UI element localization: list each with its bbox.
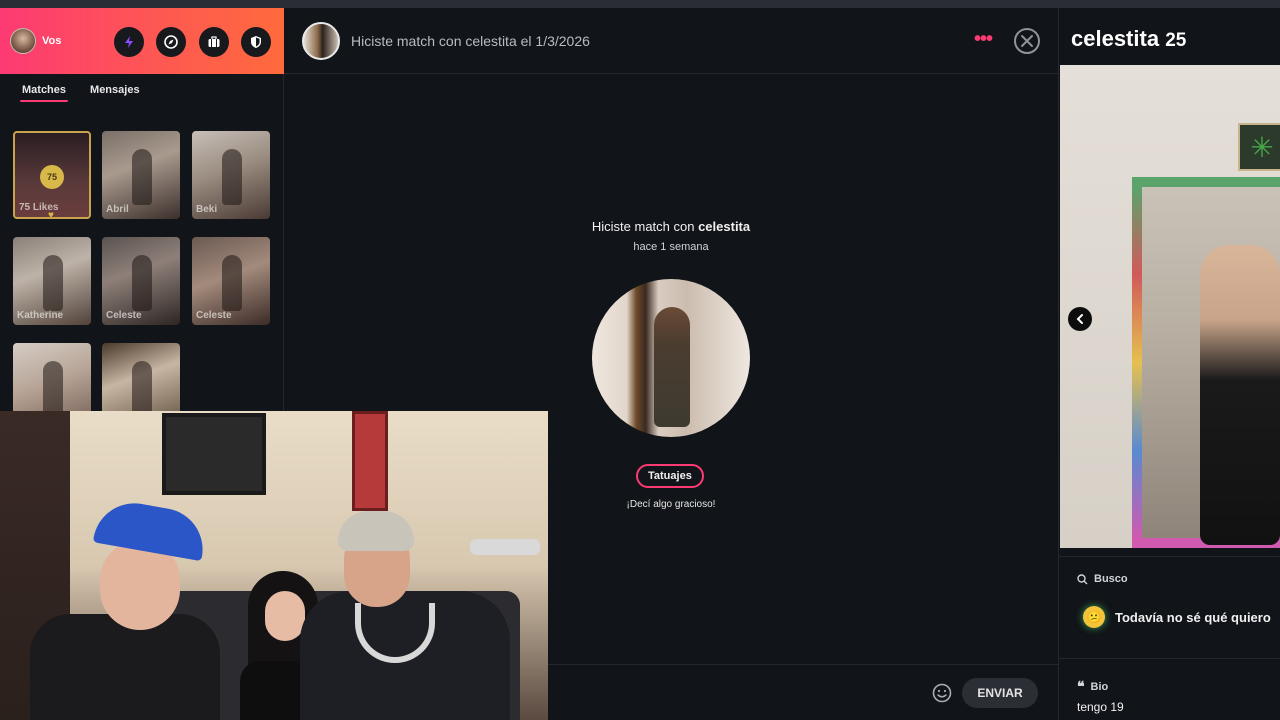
bio-heading: ❝ Bio <box>1077 678 1108 695</box>
match-title-prefix: Hiciste match con <box>591 219 699 234</box>
match-card[interactable]: Beki <box>192 131 270 219</box>
explore-icon <box>164 35 178 49</box>
previous-photo-button[interactable] <box>1068 307 1092 331</box>
match-card[interactable]: Katherine <box>13 237 91 325</box>
webcam-overlay <box>0 411 548 720</box>
leaf-sign: ✳ <box>1238 123 1280 171</box>
match-photo <box>132 255 152 311</box>
chevron-left-icon <box>1076 314 1083 324</box>
profile-age: 25 <box>1165 30 1187 51</box>
tab-messages[interactable]: Mensajes <box>90 84 140 102</box>
match-photo <box>222 255 242 311</box>
match-photo <box>43 361 63 417</box>
heart-icon: ♥ <box>48 210 54 219</box>
match-profile-photo[interactable] <box>592 279 750 437</box>
send-button[interactable]: ENVIAR <box>962 678 1038 708</box>
browser-top-strip <box>0 0 1280 8</box>
match-title: Hiciste match con celestita <box>284 219 1058 234</box>
bio-label: Bio <box>1090 680 1109 693</box>
match-photo <box>132 149 152 205</box>
briefcase-button[interactable] <box>199 27 229 57</box>
search-icon <box>1077 573 1088 584</box>
likes-count-badge: 75 <box>40 165 64 189</box>
match-photo <box>132 361 152 417</box>
photo-subject <box>1200 245 1280 545</box>
match-avatar[interactable] <box>302 22 340 60</box>
close-icon[interactable] <box>1013 27 1041 55</box>
chat-header-title: Hiciste match con celestita el 1/3/2026 <box>351 33 590 49</box>
avatar <box>10 28 36 54</box>
profile-name-age: celestita 25 <box>1071 26 1186 52</box>
more-options-icon[interactable]: ••• <box>974 29 993 49</box>
boost-button[interactable] <box>114 27 144 57</box>
likes-card[interactable]: 75 75 Likes ♥ <box>13 131 91 219</box>
emoji-icon[interactable] <box>932 683 952 703</box>
match-card[interactable]: Celeste <box>192 237 270 325</box>
match-name: Beki <box>196 204 218 215</box>
profile-name: Vos <box>42 35 62 47</box>
quote-icon: ❝ <box>1077 678 1085 694</box>
match-photo <box>43 255 63 311</box>
match-time: hace 1 semana <box>633 241 709 253</box>
busco-heading: Busco <box>1077 573 1128 585</box>
busco-label: Busco <box>1094 573 1128 585</box>
bio-text: tengo 19 <box>1077 700 1124 714</box>
webcam-person-left <box>20 496 220 720</box>
photo-subject <box>654 307 690 427</box>
profile-panel: celestita 25 ✳ Busco 😕 Todavía no sé qué… <box>1058 8 1280 720</box>
busco-text: Todavía no sé qué quiero <box>1115 609 1271 625</box>
sidebar-tabs: Matches Mensajes <box>19 84 140 102</box>
match-card[interactable]: Celeste <box>102 237 180 325</box>
webcam-tv <box>162 413 266 495</box>
interest-pill: Tatuajes <box>636 464 704 488</box>
boost-icon <box>125 36 133 48</box>
match-photo <box>222 149 242 205</box>
shield-icon <box>251 36 261 48</box>
explore-button[interactable] <box>156 27 186 57</box>
match-name: Abril <box>106 204 129 215</box>
hair-clipper <box>470 539 540 555</box>
sidebar-header: Vos <box>0 8 284 74</box>
safety-button[interactable] <box>241 27 271 57</box>
profile-name: celestita <box>1071 26 1160 51</box>
match-name: Celeste <box>106 310 142 321</box>
match-card[interactable]: Abril <box>102 131 180 219</box>
app-window: Vos Matches Mensajes 75 75 Likes ♥ Abril… <box>0 0 1280 720</box>
briefcase-icon <box>208 36 220 47</box>
tab-matches[interactable]: Matches <box>19 84 69 102</box>
my-profile-button[interactable]: Vos <box>10 28 61 54</box>
thinking-face-icon: 😕 <box>1083 606 1105 628</box>
chat-header: Hiciste match con celestita el 1/3/2026 … <box>284 8 1058 74</box>
busco-value: 😕 Todavía no sé qué quiero <box>1083 606 1271 628</box>
profile-photo[interactable]: ✳ <box>1060 65 1280 548</box>
match-name: Katherine <box>17 310 64 321</box>
webcam-wall-art <box>352 411 388 511</box>
match-name: Celeste <box>196 310 232 321</box>
match-title-name: celestita <box>698 219 751 234</box>
